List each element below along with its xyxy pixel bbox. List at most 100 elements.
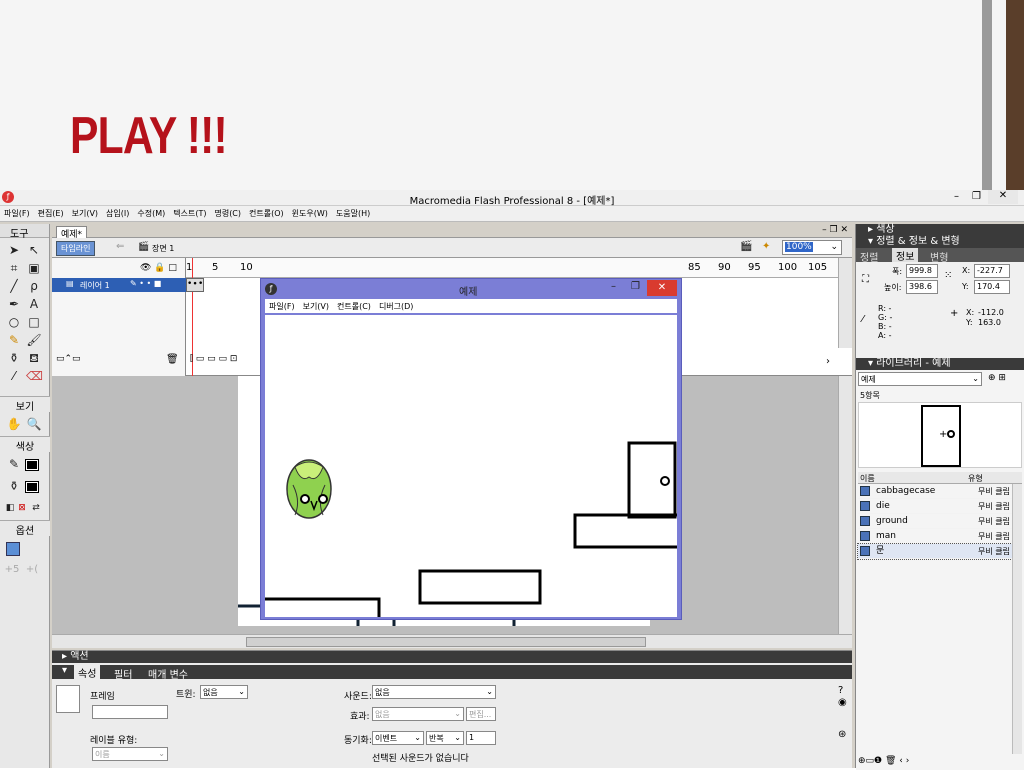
free-transform-tool-icon[interactable]: ⌗: [6, 260, 22, 276]
stroke-color-icon[interactable]: ✎: [6, 456, 22, 472]
registration-grid-icon[interactable]: ⁙: [944, 270, 952, 281]
library-scrollbar[interactable]: [1012, 484, 1022, 754]
sound-select[interactable]: 없음 ⌄: [372, 685, 496, 699]
list-item[interactable]: die 무비 클립: [858, 499, 1012, 514]
keyframe[interactable]: •∙•: [186, 278, 204, 292]
fill-color-icon[interactable]: ⚱: [6, 478, 22, 494]
library-panel-header[interactable]: ▾ 라이브러리 - 예제: [856, 358, 1024, 370]
pen-tool-icon[interactable]: ✒: [6, 296, 22, 312]
onion-skin-icons[interactable]: ⫿ ▭ ▭ ▭ ⊡: [190, 354, 237, 364]
list-item[interactable]: ground 무비 클립: [858, 514, 1012, 529]
document-tab[interactable]: 예제*: [56, 226, 88, 240]
sync-select[interactable]: 이벤트 ⌄: [372, 731, 424, 745]
list-item[interactable]: man 무비 클립: [858, 529, 1012, 544]
timeline-scroll-right[interactable]: ›: [826, 356, 830, 367]
hand-tool-icon[interactable]: ✋: [6, 416, 22, 432]
tab-filters[interactable]: 필터: [114, 666, 132, 681]
width-field[interactable]: 999.8: [906, 264, 938, 278]
ink-bottle-tool-icon[interactable]: ⚱: [6, 350, 22, 366]
y-field[interactable]: 170.4: [974, 280, 1010, 294]
list-item[interactable]: cabbagecase 무비 클립: [858, 484, 1012, 499]
player-menu-file[interactable]: 파일(F): [265, 299, 299, 314]
player-menu-control[interactable]: 컨트롤(C): [333, 299, 375, 314]
menu-file[interactable]: 파일(F): [0, 206, 34, 221]
height-field[interactable]: 398.6: [906, 280, 938, 294]
eraser-tool-icon[interactable]: ⌫: [26, 368, 43, 384]
document-window-controls[interactable]: – ❐ ✕: [822, 225, 848, 235]
snap-magnet-icon[interactable]: [6, 542, 20, 556]
lasso-tool-icon[interactable]: ρ: [26, 278, 42, 294]
close-button[interactable]: ✕: [988, 190, 1018, 204]
edit-envelope-icon[interactable]: ⊛: [838, 729, 846, 740]
subselection-tool-icon[interactable]: ↖: [26, 242, 42, 258]
rectangle-tool-icon[interactable]: □: [26, 314, 42, 330]
frame-name-input[interactable]: [92, 705, 168, 719]
column-name[interactable]: 이름: [860, 473, 875, 484]
library-toolbar-icons[interactable]: ⊕▭❶ 🗑 ‹ ›: [858, 756, 909, 766]
stroke-color-swatch[interactable]: [25, 459, 39, 471]
stage-horizontal-scrollbar[interactable]: [52, 634, 852, 648]
menu-modify[interactable]: 수정(M): [133, 206, 169, 221]
color-panel-header[interactable]: ▸ 색상: [856, 224, 1024, 236]
brush-tool-icon[interactable]: 🖌: [26, 332, 42, 348]
paint-bucket-tool-icon[interactable]: ⛾: [26, 350, 42, 366]
stage-vertical-scrollbar[interactable]: [838, 376, 852, 634]
menu-insert[interactable]: 삽입(I): [102, 206, 133, 221]
library-document-select[interactable]: 예제 ⌄: [858, 372, 982, 386]
help-icon[interactable]: ?: [838, 685, 843, 696]
swap-colors-icon[interactable]: ⇄: [28, 500, 44, 516]
player-menu-debug[interactable]: 디버그(D): [375, 299, 417, 314]
frame-number: 100: [778, 262, 798, 273]
selection-tool-icon[interactable]: ➤: [6, 242, 22, 258]
menu-help[interactable]: 도움말(H): [332, 206, 374, 221]
player-restore-button[interactable]: ❐: [631, 281, 640, 292]
library-pin-icons[interactable]: ⊕ ⊞: [988, 373, 1006, 383]
oval-tool-icon[interactable]: ○: [6, 314, 22, 330]
timeline-scrollbar[interactable]: [838, 258, 852, 348]
menu-edit[interactable]: 편집(E): [34, 206, 68, 221]
view-section-label: 보기: [0, 396, 50, 413]
edit-symbol-icon[interactable]: ✦: [762, 241, 770, 252]
tab-parameters[interactable]: 매개 변수: [148, 666, 188, 681]
align-info-panel-header[interactable]: ▾ 정렬 & 정보 & 변형: [856, 236, 1024, 248]
repeat-select[interactable]: 반복 ⌄: [426, 731, 464, 745]
text-tool-icon[interactable]: A: [26, 296, 42, 312]
cursor-x-label: X:: [966, 308, 975, 317]
zoom-tool-icon[interactable]: 🔍: [26, 416, 42, 432]
menu-control[interactable]: 컨트롤(O): [245, 206, 288, 221]
column-type[interactable]: 유형: [968, 473, 983, 484]
menu-commands[interactable]: 명령(C): [210, 206, 245, 221]
player-close-button[interactable]: ✕: [647, 280, 677, 296]
zoom-select[interactable]: 100% ⌄: [782, 240, 842, 255]
layer-toggle-icons[interactable]: 👁 🔒 □: [140, 263, 177, 273]
back-arrow-icon[interactable]: ⇐: [116, 241, 124, 252]
list-item[interactable]: 문 무비 클립: [857, 543, 1013, 560]
scroll-thumb[interactable]: [246, 637, 646, 647]
player-menu-view[interactable]: 보기(V): [299, 299, 333, 314]
add-layer-icons[interactable]: ▭⌃▭: [56, 354, 81, 364]
x-field[interactable]: -227.7: [974, 264, 1010, 278]
line-tool-icon[interactable]: ╱: [6, 278, 22, 294]
timeline-toggle-button[interactable]: 타임라인: [56, 241, 96, 256]
item-type: 무비 클립: [978, 547, 1010, 556]
tab-info[interactable]: 정보: [892, 248, 919, 263]
menu-view[interactable]: 보기(V): [68, 206, 102, 221]
player-stage[interactable]: [265, 315, 677, 617]
delete-layer-icon[interactable]: 🗑: [166, 354, 179, 365]
gradient-transform-tool-icon[interactable]: ▣: [26, 260, 42, 276]
eyedropper-tool-icon[interactable]: ⁄: [6, 368, 22, 384]
layer-row[interactable]: ▤ 레이어 1 ✎ • • ■: [52, 278, 186, 292]
actions-panel-header[interactable]: ▸ 액션: [52, 651, 852, 663]
menu-text[interactable]: 텍스트(T): [169, 206, 210, 221]
fill-color-swatch[interactable]: [25, 481, 39, 493]
tween-select[interactable]: 없음 ⌄: [200, 685, 248, 699]
pencil-tool-icon[interactable]: ✎: [6, 332, 22, 348]
minimize-button[interactable]: –: [954, 191, 959, 202]
tab-properties[interactable]: 속성: [74, 665, 101, 680]
restore-button[interactable]: ❐: [972, 191, 981, 202]
accessibility-icon[interactable]: ◉: [838, 697, 847, 708]
edit-scene-icon[interactable]: 🎬: [740, 241, 752, 252]
player-minimize-button[interactable]: –: [611, 281, 616, 292]
menu-window[interactable]: 윈도우(W): [288, 206, 332, 221]
repeat-count-input[interactable]: 1: [466, 731, 496, 745]
